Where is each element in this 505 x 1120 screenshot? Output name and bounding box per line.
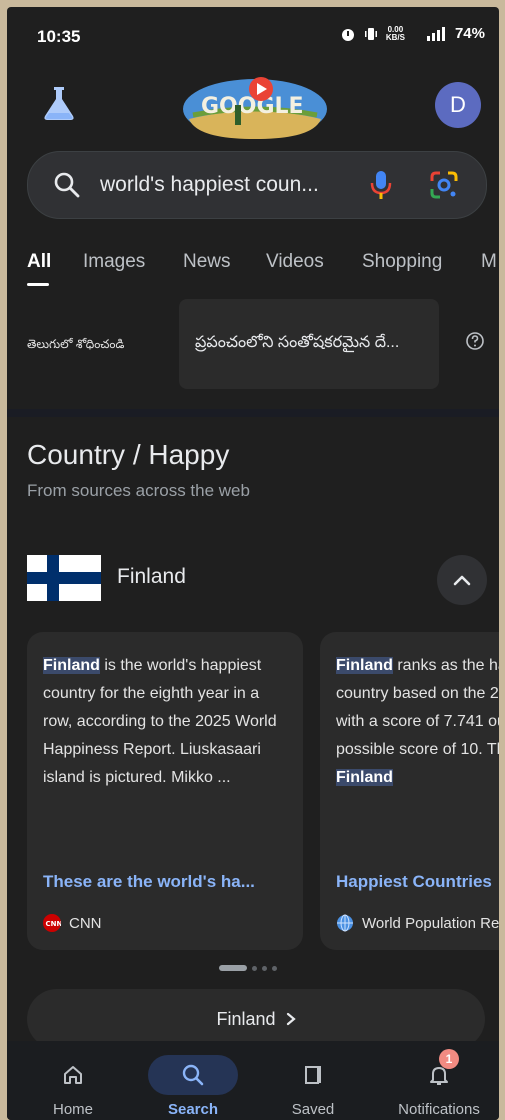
result-card[interactable]: Finland is the world's happiest country …: [27, 632, 303, 950]
google-lens-icon[interactable]: [428, 169, 460, 201]
battery-level: 74%: [454, 25, 485, 42]
bottom-nav: Home Search Saved 1 Notifications: [7, 1041, 499, 1120]
chevron-right-icon: [286, 1012, 296, 1026]
active-tab-indicator: [27, 283, 49, 286]
tab-news[interactable]: News: [183, 251, 231, 273]
finland-flag-icon: [27, 555, 101, 601]
translate-suggestion[interactable]: ప్రపంచంలోని సంతోషకరమైన దే...: [179, 299, 439, 389]
notification-badge: 1: [439, 1049, 459, 1069]
vibrate-icon: [364, 27, 377, 40]
signal-icon: [426, 26, 445, 41]
result-card[interactable]: Finland ranks as the happiest country ba…: [320, 632, 499, 950]
avatar[interactable]: D: [435, 82, 481, 128]
nav-notifications[interactable]: 1 Notifications: [383, 1041, 495, 1120]
mic-icon[interactable]: [368, 169, 394, 201]
status-bar: 10:35 0.00 KB/S 74%: [7, 7, 499, 63]
google-doodle[interactable]: GOOGLE: [181, 75, 329, 141]
globe-icon: [337, 914, 353, 932]
translate-label[interactable]: తెలుగులో శోధించండి: [27, 337, 124, 354]
more-about-label: Finland: [216, 1008, 276, 1029]
search-icon: [182, 1064, 204, 1086]
entity-name: Finland: [117, 565, 186, 588]
answer-subtitle: From sources across the web: [27, 481, 250, 500]
translate-row: తెలుగులో శోధించండి ప్రపంచంలోని సంతోషకరమై…: [7, 299, 499, 399]
help-icon[interactable]: [465, 331, 485, 351]
card-link[interactable]: Happiest Countries: [336, 872, 492, 892]
tab-images[interactable]: Images: [83, 251, 145, 273]
tab-more[interactable]: M: [481, 251, 497, 273]
nav-search[interactable]: Search: [143, 1041, 243, 1120]
translate-text: ప్రపంచంలోని సంతోషకరమైన దే...: [195, 334, 400, 351]
search-bar[interactable]: world's happiest coun...: [27, 151, 487, 219]
section-divider: [7, 409, 499, 417]
status-time: 10:35: [37, 27, 81, 46]
card-snippet: Finland is the world's happiest country …: [43, 657, 277, 786]
carousel-indicator: [219, 965, 277, 971]
card-snippet: Finland ranks as the happiest country ba…: [336, 657, 499, 786]
card-source[interactable]: CNN CNN: [43, 914, 102, 932]
doodle-text: GOOGLE: [201, 94, 304, 119]
tab-shopping[interactable]: Shopping: [362, 251, 442, 273]
entity-row[interactable]: Finland: [27, 555, 487, 611]
status-icons: 0.00 KB/S 74%: [340, 25, 485, 42]
search-query[interactable]: world's happiest coun...: [100, 173, 319, 197]
card-link[interactable]: These are the world's ha...: [43, 872, 255, 892]
app-frame: 10:35 0.00 KB/S 74% GOOGLE D world's hap…: [7, 7, 499, 1120]
tab-all[interactable]: All: [27, 251, 51, 273]
svg-text:CNN: CNN: [46, 920, 62, 928]
more-about-button[interactable]: Finland: [27, 989, 485, 1049]
labs-flask-icon[interactable]: [39, 83, 79, 123]
home-icon: [64, 1066, 82, 1084]
search-icon: [54, 172, 80, 198]
cnn-logo-icon: CNN: [43, 914, 61, 932]
alarm-icon: [341, 28, 354, 41]
nav-home[interactable]: Home: [23, 1041, 123, 1120]
top-bar: GOOGLE D: [7, 75, 499, 155]
net-speed: 0.00 KB/S: [385, 24, 405, 42]
card-source[interactable]: World Population Review: [336, 914, 499, 932]
answer-title: Country / Happy: [27, 439, 230, 470]
nav-saved[interactable]: Saved: [263, 1041, 363, 1120]
saved-icon: [305, 1066, 321, 1084]
tab-videos[interactable]: Videos: [266, 251, 324, 273]
collapse-button[interactable]: [437, 555, 487, 605]
search-tabs: All Images News Videos Shopping M: [7, 247, 499, 287]
chevron-up-icon: [453, 575, 471, 586]
